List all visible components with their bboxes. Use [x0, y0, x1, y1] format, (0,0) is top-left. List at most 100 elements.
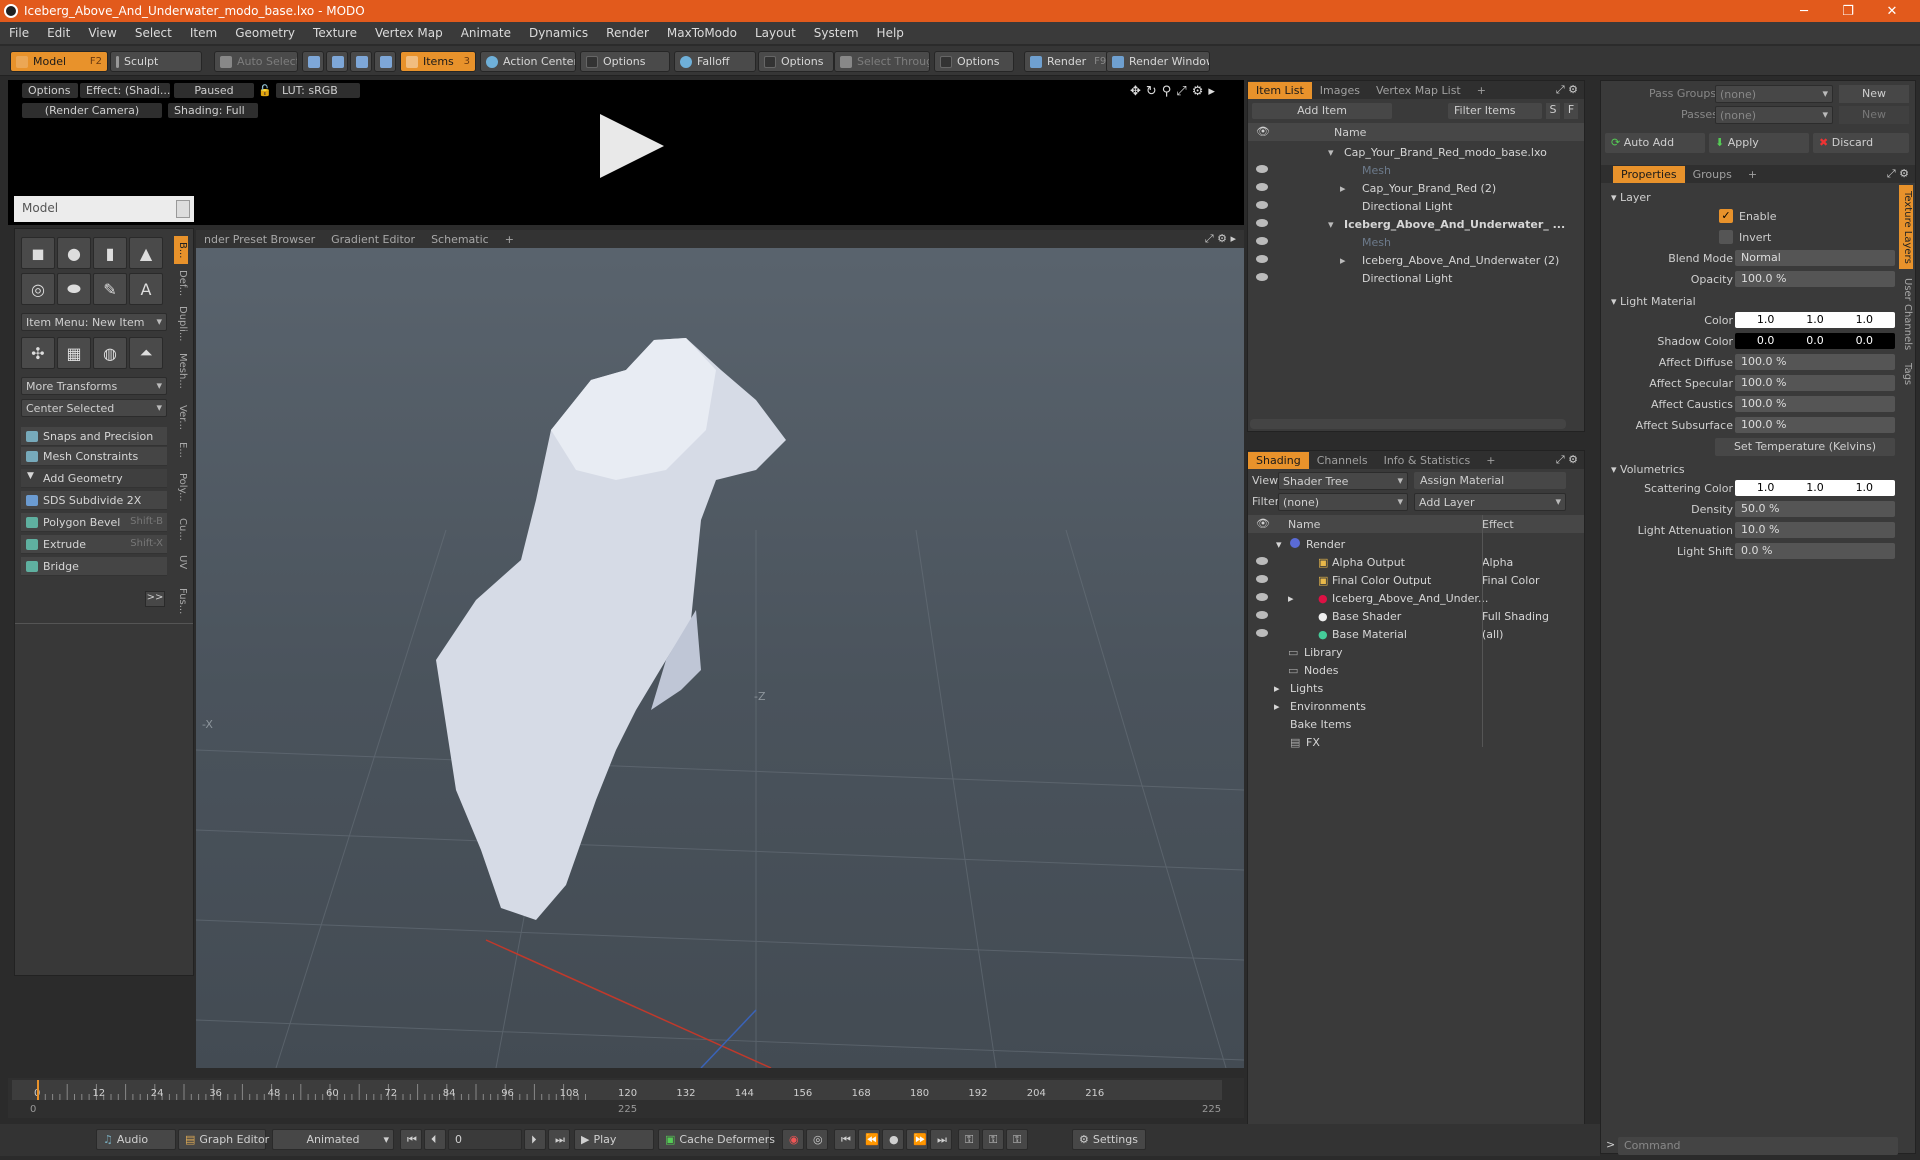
shader-row[interactable]: ▭ Library — [1248, 643, 1584, 661]
tab-groups[interactable]: Groups — [1685, 166, 1740, 183]
auto-add-button[interactable]: ⟳ Auto Add — [1605, 133, 1705, 153]
assign-material-field[interactable]: Assign Material — [1414, 472, 1566, 489]
auto-select-button[interactable]: Auto Select — [214, 51, 298, 72]
column-name-header[interactable]: Name — [1288, 518, 1320, 531]
step-back-icon[interactable]: ⏪ — [858, 1129, 880, 1150]
viewport-settings-icon[interactable]: ⤢ ⚙ ▸ — [1197, 232, 1244, 246]
lut-dropdown[interactable]: LUT: sRGB — [276, 83, 360, 98]
3d-viewport[interactable]: -X -Z — [196, 230, 1244, 1068]
torus-primitive-icon[interactable]: ◎ — [21, 273, 55, 305]
settings-button[interactable]: ⚙ Settings — [1072, 1129, 1146, 1150]
shader-row[interactable]: Bake Items — [1248, 715, 1584, 733]
item-menu-dropdown[interactable]: Item Menu: New Item — [21, 313, 167, 331]
text-tool-icon[interactable]: A — [129, 273, 163, 305]
view-dropdown[interactable]: Shader Tree — [1278, 472, 1408, 490]
snaps-and-precision-row[interactable]: Snaps and Precision — [21, 427, 167, 446]
vertices-mode-button[interactable] — [302, 51, 324, 72]
passes-dropdown[interactable]: (none) — [1715, 106, 1833, 124]
next-key-icon[interactable]: ⏵ — [524, 1129, 546, 1150]
toolbox-tab-deform[interactable]: Def... — [174, 270, 188, 296]
panel-settings-icon[interactable]: ⤢ ⚙ — [1556, 83, 1578, 97]
tab-gradient-editor[interactable]: Gradient Editor — [323, 233, 423, 246]
eye-icon[interactable] — [1256, 165, 1268, 173]
tab-info-statistics[interactable]: Info & Statistics — [1376, 452, 1479, 469]
polygons-mode-button[interactable] — [350, 51, 372, 72]
expand-icon[interactable]: ▸ — [1340, 254, 1346, 267]
add-tab-button[interactable]: + — [1740, 166, 1765, 183]
shader-row-effect[interactable]: Alpha — [1482, 556, 1513, 569]
add-item-dropdown[interactable]: Add Item — [1252, 103, 1392, 119]
filter-items-field[interactable]: Filter Items — [1448, 103, 1542, 119]
action-center-button[interactable]: Action Center — [480, 51, 576, 72]
play-icon[interactable] — [600, 114, 664, 178]
toolbox-tab-polygon[interactable]: Poly... — [174, 470, 188, 504]
more-transforms-dropdown[interactable]: More Transforms — [21, 377, 167, 395]
eye-icon[interactable] — [1256, 219, 1268, 227]
grid-tool-icon[interactable]: ▦ — [57, 337, 91, 369]
affect-caustics-field[interactable]: 100.0 % — [1735, 396, 1895, 412]
camera-dropdown[interactable]: (Render Camera) — [22, 103, 162, 118]
frame-input[interactable]: 0 — [448, 1129, 522, 1150]
affect-subsurface-field[interactable]: 100.0 % — [1735, 417, 1895, 433]
cache-deformers-button[interactable]: ▣ Cache Deformers — [658, 1129, 775, 1150]
menu-texture[interactable]: Texture — [304, 26, 366, 40]
tree-row[interactable]: ▸ Cap_Your_Brand_Red (2) — [1248, 179, 1584, 197]
layer-section-header[interactable]: ▾ Layer — [1611, 191, 1651, 204]
shader-row[interactable]: ▸ Environments — [1248, 697, 1584, 715]
toolbox-tab-fusion[interactable]: Fus... — [174, 584, 188, 618]
animated-dropdown[interactable]: Animated ▾ — [272, 1129, 394, 1150]
stop-icon[interactable]: ● — [882, 1129, 904, 1150]
tab-item-list[interactable]: Item List — [1248, 81, 1312, 99]
key-filter-icon-1[interactable]: ⚿ — [958, 1129, 980, 1150]
shader-row-effect[interactable]: (all) — [1482, 628, 1503, 641]
side-tab-tags[interactable]: Tags — [1899, 359, 1913, 389]
pen-tool-icon[interactable]: ✎ — [93, 273, 127, 305]
key-filter-icon-3[interactable]: ⚿ — [1006, 1129, 1028, 1150]
audio-button[interactable]: ♫ Audio — [96, 1129, 176, 1150]
capsule-primitive-icon[interactable]: ⬬ — [57, 273, 91, 305]
toolbox-tab-basic[interactable]: B... — [174, 236, 188, 264]
shader-row[interactable]: ● Base Shader Full Shading — [1248, 607, 1584, 625]
eye-icon[interactable] — [1256, 255, 1268, 263]
tree-row[interactable]: Directional Light — [1248, 269, 1584, 287]
tab-properties[interactable]: Properties — [1613, 165, 1685, 183]
last-frame-icon[interactable]: ⏭ — [548, 1129, 570, 1150]
shader-row[interactable]: ● Base Material (all) — [1248, 625, 1584, 643]
toolbox-close-icon[interactable] — [176, 200, 190, 218]
cube-primitive-icon[interactable]: ◼ — [21, 237, 55, 269]
eye-icon[interactable] — [1256, 237, 1268, 245]
affect-specular-field[interactable]: 100.0 % — [1735, 375, 1895, 391]
auto-key-icon[interactable]: ◎ — [806, 1129, 828, 1150]
menu-help[interactable]: Help — [868, 26, 913, 40]
horizontal-scrollbar[interactable] — [1250, 419, 1566, 429]
tab-channels[interactable]: Channels — [1309, 452, 1376, 469]
sphere-primitive-icon[interactable]: ● — [57, 237, 91, 269]
eye-icon[interactable] — [1256, 629, 1268, 637]
menu-maxtomodo[interactable]: MaxToModo — [658, 26, 746, 40]
panel-settings-icon[interactable]: ⤢ ⚙ — [1887, 167, 1909, 181]
menu-file[interactable]: File — [0, 26, 38, 40]
blend-mode-dropdown[interactable]: Normal — [1735, 250, 1895, 266]
cylinder-primitive-icon[interactable]: ▮ — [93, 237, 127, 269]
shader-row[interactable]: ▸ Lights — [1248, 679, 1584, 697]
previous-key-icon[interactable]: ⏴ — [424, 1129, 446, 1150]
tab-shading[interactable]: Shading — [1248, 451, 1309, 469]
toolbox-tab-curve[interactable]: Cu... — [174, 516, 188, 542]
filter-s-button[interactable]: S — [1546, 103, 1560, 119]
preview-nav-icons[interactable]: ✥↻⚲⤢⚙▸ — [1130, 84, 1220, 99]
falloff-button[interactable]: Falloff — [674, 51, 756, 72]
tree-row[interactable]: ▾ Cap_Your_Brand_Red_modo_base.lxo — [1248, 143, 1584, 161]
items-mode-button[interactable]: Items 3 — [400, 51, 476, 72]
light-material-section-header[interactable]: ▾ Light Material — [1611, 295, 1696, 308]
menu-select[interactable]: Select — [126, 26, 181, 40]
tree-row[interactable]: Mesh — [1248, 233, 1584, 251]
light-attenuation-field[interactable]: 10.0 % — [1735, 522, 1895, 538]
color-field[interactable]: 1.0 1.0 1.0 — [1735, 312, 1895, 328]
column-name-header[interactable]: Name — [1334, 126, 1366, 139]
new-pass-button[interactable]: New — [1839, 106, 1909, 124]
sculpt-mode-button[interactable]: Sculpt — [110, 51, 202, 72]
expand-icon[interactable]: ▸ — [1274, 700, 1280, 713]
pass-groups-dropdown[interactable]: (none) — [1715, 85, 1833, 103]
toolbox-tab-uv[interactable]: UV — [174, 552, 188, 572]
invert-checkbox[interactable] — [1719, 230, 1733, 244]
